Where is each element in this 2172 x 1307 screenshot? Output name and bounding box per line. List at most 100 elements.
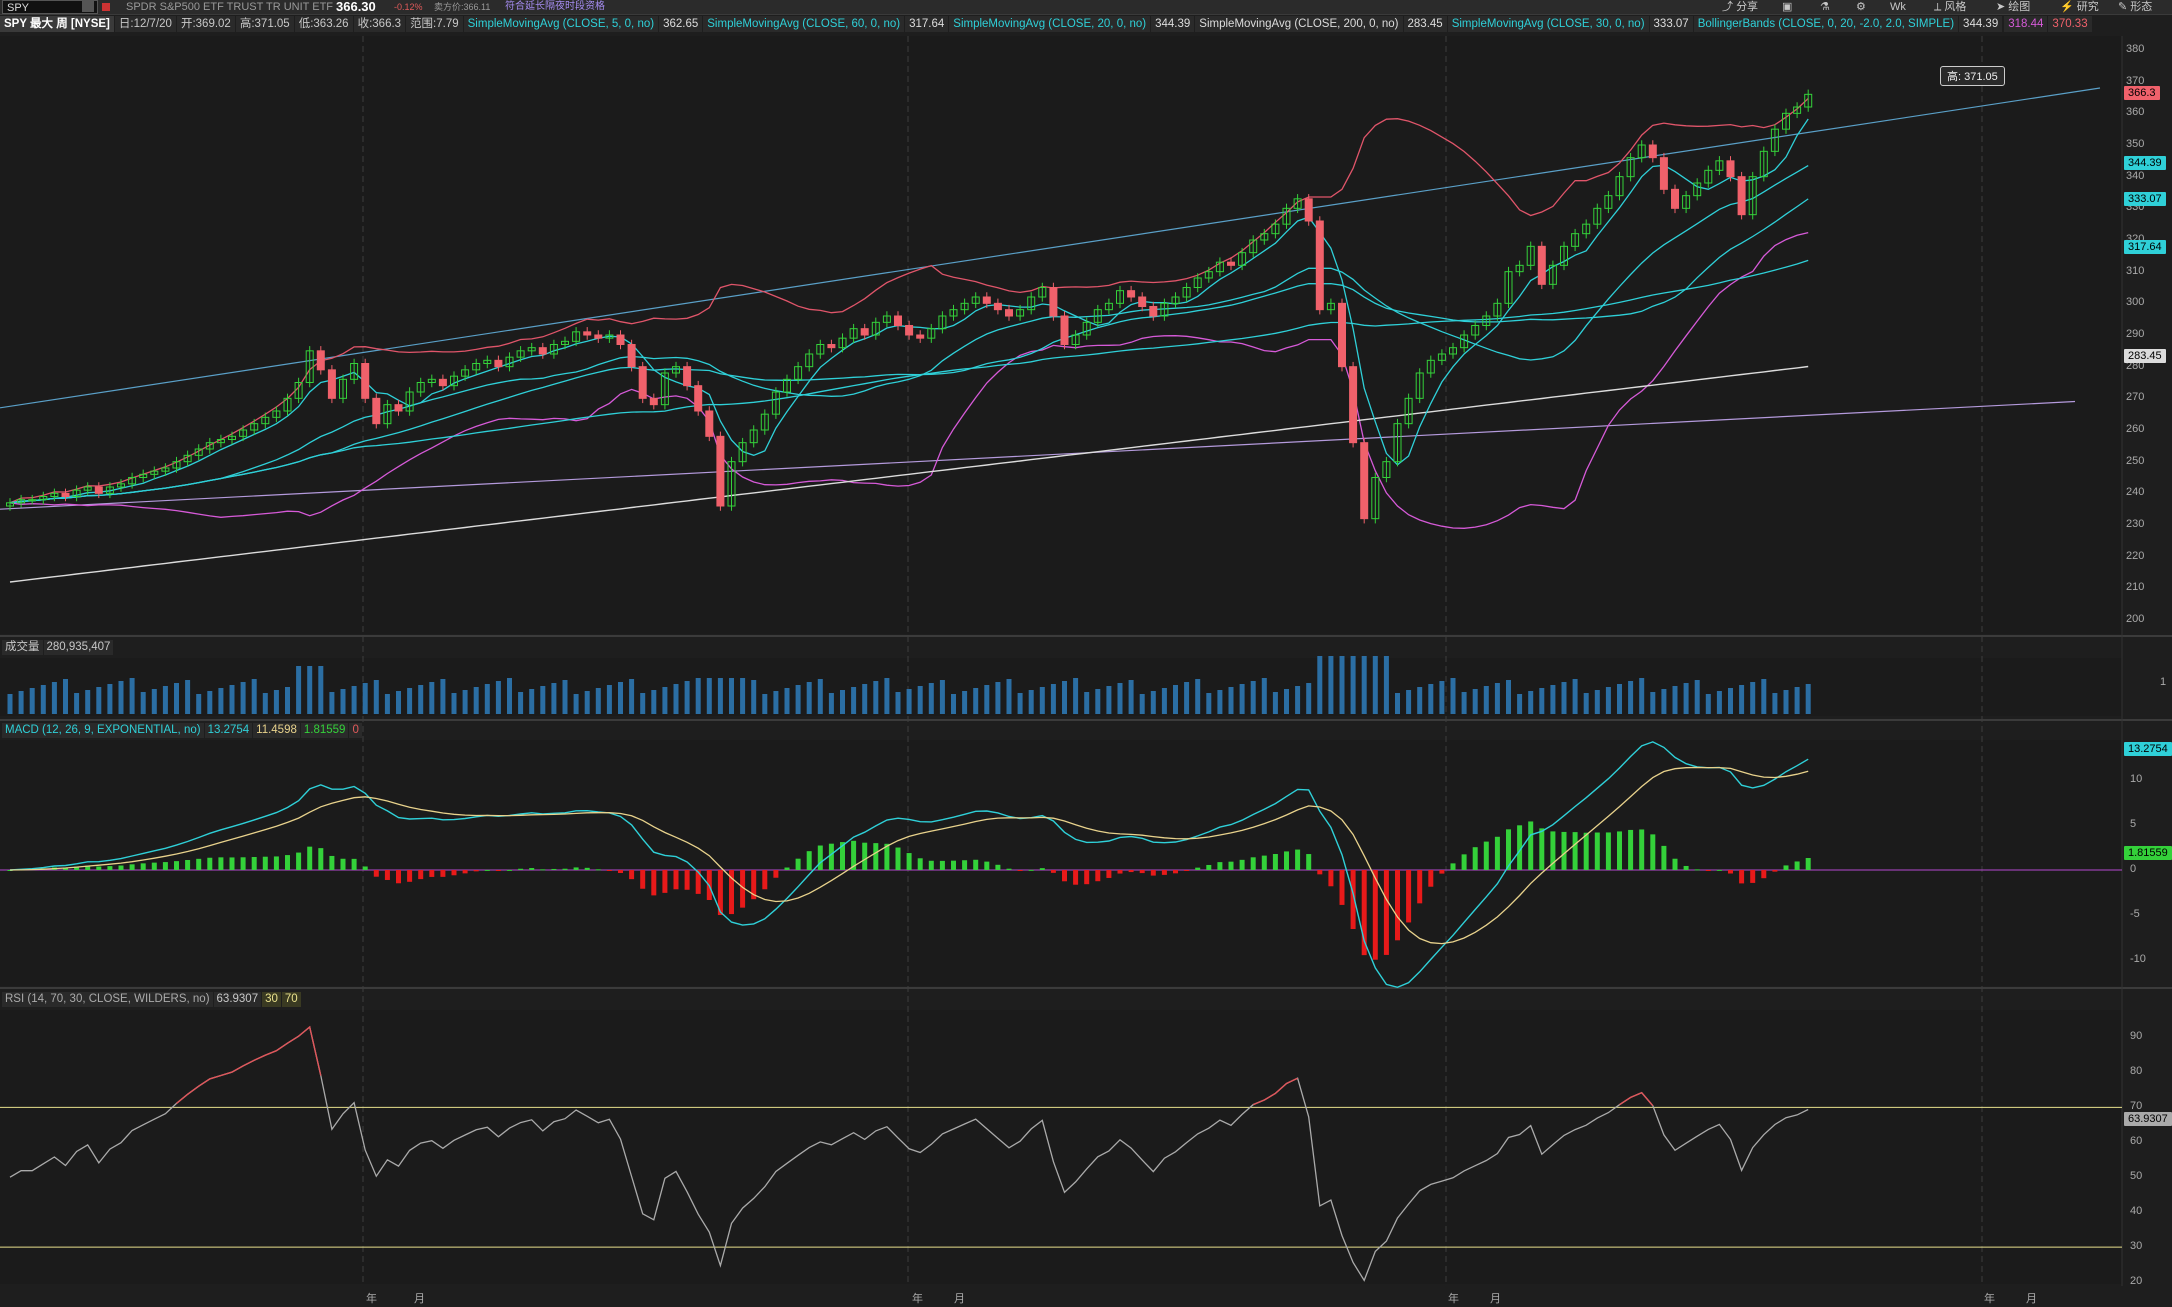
volume-bar: [828, 693, 834, 714]
macd-histogram-bar: [1006, 868, 1012, 870]
macd-histogram-bar: [1494, 836, 1500, 870]
macd-tick-5: 5: [2130, 818, 2137, 830]
macd-histogram-bar: [1417, 870, 1423, 904]
volume-label[interactable]: 成交量: [2, 640, 43, 655]
macd-histogram-bar: [273, 856, 279, 870]
volume-bar: [817, 679, 823, 714]
volume-bar: [262, 693, 268, 714]
volume-bar: [1195, 679, 1201, 714]
macd-histogram-bar: [1128, 870, 1134, 873]
volume-bar: [651, 690, 657, 714]
macd-legend: MACD (12, 26, 9, EXPONENTIAL, no) 13.2754…: [2, 723, 363, 738]
macd-histogram-bar: [1561, 831, 1567, 870]
volume-bar: [695, 678, 701, 714]
volume-bar: [1239, 684, 1245, 714]
volume-bar: [329, 692, 335, 714]
volume-bar: [895, 692, 901, 714]
macd-histogram-bar: [1372, 870, 1378, 960]
macd-histogram-bar: [1106, 870, 1112, 878]
price-tick-250: 250: [2126, 454, 2145, 467]
candle-body: [1659, 157, 1668, 190]
volume-bar: [1006, 679, 1012, 714]
volume-bar: [1605, 687, 1611, 714]
time-axis-year-1: 年: [366, 1293, 377, 1305]
volume-bar: [673, 684, 679, 714]
volume-bar: [762, 694, 768, 714]
macd-histogram-bar: [1528, 821, 1534, 870]
volume-bar: [1494, 683, 1500, 714]
candle-body: [538, 347, 547, 355]
macd-histogram-bar: [562, 868, 568, 870]
volume-bar: [1739, 685, 1745, 714]
chart-canvas[interactable]: [0, 0, 2172, 1307]
volume-bar: [873, 681, 879, 714]
rsi-legend: RSI (14, 70, 30, CLOSE, WILDERS, no) 63.9…: [2, 992, 302, 1007]
volume-bar: [939, 680, 945, 714]
macd-histogram-bar: [296, 852, 302, 870]
macd-histogram-bar: [1339, 870, 1345, 905]
macd-histogram-bar: [584, 867, 590, 870]
volume-bar: [773, 691, 779, 714]
volume-bar: [1028, 690, 1034, 714]
macd-histogram-bar: [529, 868, 535, 870]
price-tick-290: 290: [2126, 328, 2145, 340]
macd-histogram-bar: [1728, 870, 1733, 874]
volume-bar: [806, 682, 812, 714]
volume-bar: [107, 684, 113, 714]
volume-bar: [96, 687, 102, 714]
macd-histogram-bar: [762, 870, 768, 890]
macd-histogram-bar: [1472, 847, 1478, 870]
volume-bar: [729, 678, 734, 714]
volume-bar: [407, 688, 413, 714]
volume-bar: [1206, 693, 1212, 714]
volume-bar: [495, 681, 501, 714]
macd-histogram-bar: [1383, 870, 1389, 955]
macd-histogram-bar: [129, 864, 135, 870]
candle-body: [1049, 287, 1058, 317]
price-tag-2: 333.07: [2124, 191, 2166, 206]
volume-bar: [507, 678, 512, 714]
volume-bar: [662, 687, 668, 714]
macd-histogram-bar: [362, 866, 368, 870]
high-callout: 高: 371.05: [1940, 66, 2005, 86]
candle-body: [583, 331, 592, 336]
macd-histogram-bar: [1539, 828, 1545, 870]
volume-bar: [1317, 656, 1323, 714]
volume-bar: [1750, 682, 1756, 714]
macd-histogram-bar: [662, 870, 668, 893]
macd-histogram-bar: [651, 870, 657, 896]
macd-histogram-bar: [1217, 862, 1223, 870]
candle-body: [627, 344, 636, 368]
macd-histogram-bar: [684, 870, 690, 890]
volume-bar: [151, 689, 157, 714]
volume-bar: [1539, 688, 1545, 714]
macd-histogram-bar: [240, 857, 246, 870]
volume-bar: [1350, 656, 1356, 714]
volume-bar: [451, 693, 457, 714]
volume-bar: [1728, 688, 1733, 714]
price-tick-350: 350: [2126, 138, 2145, 150]
candle-body: [394, 404, 403, 412]
volume-bar: [1506, 680, 1511, 714]
macd-histogram-bar: [1428, 870, 1434, 887]
macd-histogram-bar: [1805, 858, 1811, 870]
price-tick-240: 240: [2126, 486, 2145, 499]
volume-bar: [884, 678, 890, 714]
macd-avg: 11.4598: [253, 723, 300, 738]
rsi-label[interactable]: RSI (14, 70, 30, CLOSE, WILDERS, no): [2, 992, 213, 1007]
candle-body: [1304, 198, 1313, 222]
volume-bar: [973, 688, 979, 714]
volume-bar: [462, 690, 468, 714]
macd-diff-tag: 1.81559: [2124, 846, 2172, 860]
macd-histogram-bar: [1617, 831, 1622, 870]
macd-histogram-bar: [1661, 845, 1667, 870]
volume-bar: [51, 682, 57, 714]
macd-tick--5: -5: [2130, 908, 2140, 920]
macd-label[interactable]: MACD (12, 26, 9, EXPONENTIAL, no): [2, 723, 204, 738]
volume-bar: [562, 680, 568, 714]
macd-histogram-bar: [495, 870, 501, 871]
volume-bar: [218, 688, 224, 714]
volume-bar: [29, 688, 35, 714]
macd-histogram-bar: [1705, 870, 1711, 871]
macd-histogram-bar: [873, 843, 879, 870]
